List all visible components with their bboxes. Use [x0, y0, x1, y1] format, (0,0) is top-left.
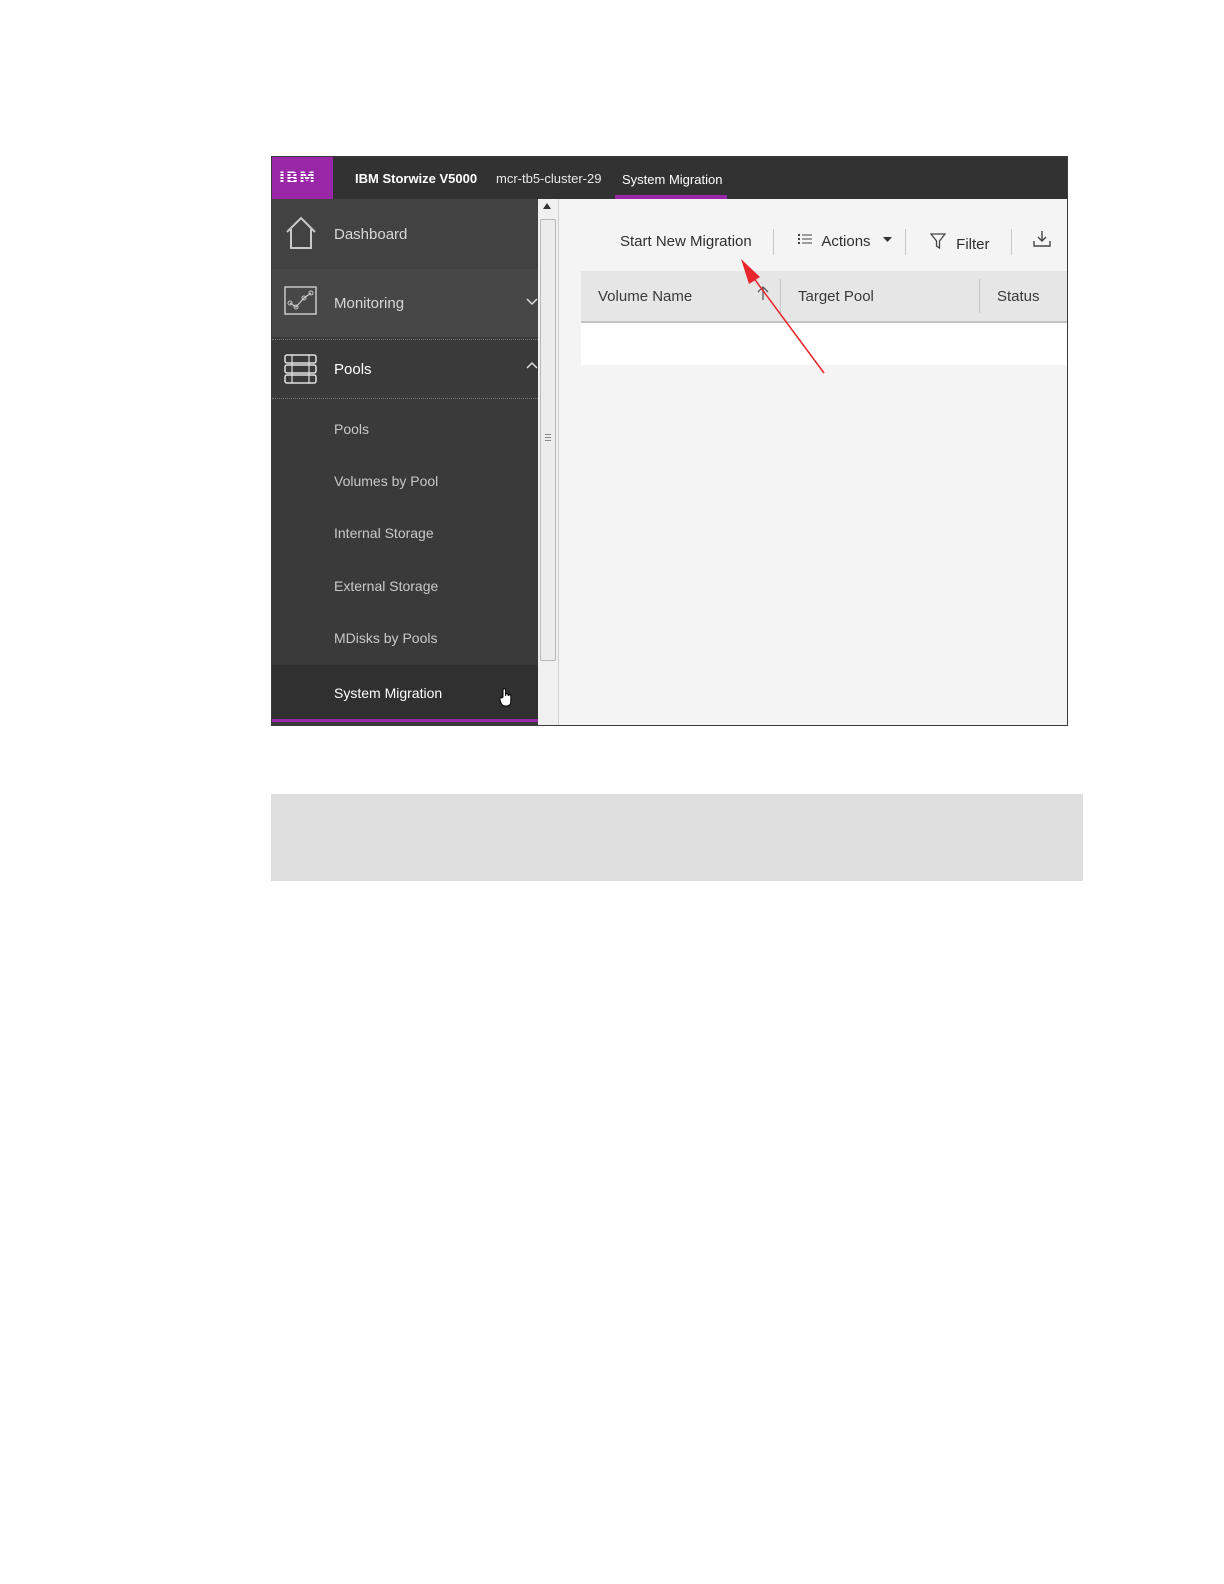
annotation-arrow	[741, 259, 825, 374]
screenshot-frame: IBM IBM Storwize V5000 mcr-tb5-cluster-2…	[271, 156, 1068, 726]
page: IBM IBM Storwize V5000 mcr-tb5-cluster-2…	[0, 0, 1224, 1584]
caption-box	[271, 794, 1083, 881]
